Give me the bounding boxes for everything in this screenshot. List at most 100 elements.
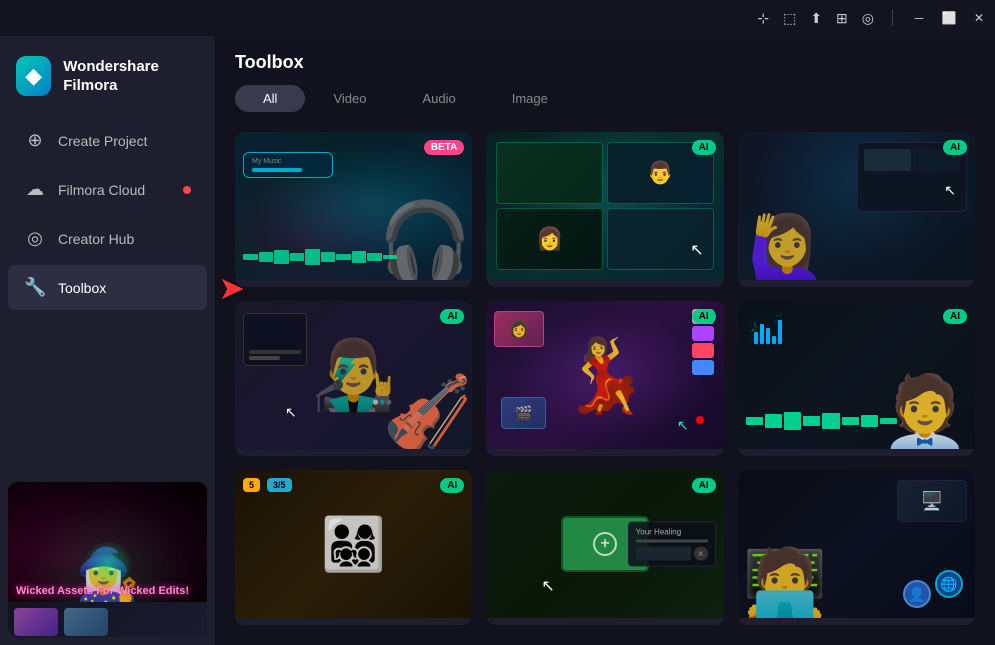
brand: ◆ Wondershare Filmora xyxy=(0,44,215,116)
sidebar-item-create-label: Create Project xyxy=(58,133,147,149)
badge-beta: BETA xyxy=(424,140,464,155)
tool-thumb-audio-to-video: 🎧 My Music xyxy=(235,132,472,280)
tool-card-row3a[interactable]: 👨‍👩‍👧‍👦 5 3/5 AI xyxy=(235,470,472,625)
app-body: ◆ Wondershare Filmora ⊕ Create Project ☁… xyxy=(0,36,995,645)
sidebar-item-creator[interactable]: ◎ Creator Hub xyxy=(8,216,207,261)
promo-title: Wicked Assets For Wicked Edits! xyxy=(8,581,207,602)
sidebar-item-toolbox-label: Toolbox xyxy=(58,280,106,296)
badge-ai-enhancer: AI xyxy=(440,309,464,324)
waveform xyxy=(243,248,397,266)
photo-card-1: 👩 xyxy=(494,311,544,347)
cursor-enhancer: ↖ xyxy=(285,404,297,421)
headset-icon[interactable]: ◎ xyxy=(862,10,874,27)
badge-ai-scene: AI xyxy=(943,140,967,155)
content-header: Toolbox All Video Audio Image xyxy=(215,36,995,122)
cursor: ↖ xyxy=(690,240,703,260)
tool-label-smart-scene-cut: Smart Scene Cut xyxy=(738,280,975,287)
tool-card-smart-scene-cut[interactable]: 🙋‍♀️ ↖ AI Smart Scene Cut xyxy=(738,132,975,287)
filter-tab-video[interactable]: Video xyxy=(305,85,394,112)
toolbox-grid: 🎧 My Music xyxy=(215,122,995,645)
badge-num2-row3a: 3/5 xyxy=(267,478,292,492)
promo-banner[interactable]: #TRENDINGINFILMORA 🧙‍♀️ Wicked Assets Fo… xyxy=(8,482,207,637)
page-title: Toolbox xyxy=(235,52,975,73)
grid-icon[interactable]: ⊞ xyxy=(836,10,848,27)
promo-bg: #TRENDINGINFILMORA 🧙‍♀️ Wicked Assets Fo… xyxy=(8,482,207,602)
promo-thumb-2[interactable] xyxy=(64,608,108,636)
divider xyxy=(892,10,893,26)
tool-card-row3c[interactable]: 🧑‍💻 🖥️ 👤 🌐 xyxy=(738,470,975,625)
notification-dot xyxy=(183,186,191,194)
monitor-icon[interactable]: ⬚ xyxy=(783,10,796,27)
sidebar-item-cloud-label: Filmora Cloud xyxy=(58,182,145,198)
clip-grid: 👨 👩 xyxy=(486,132,723,280)
badge-ai-row3a: AI xyxy=(440,478,464,493)
brand-name: Wondershare Filmora xyxy=(63,57,199,96)
cursor-row3b: ↖ xyxy=(541,576,554,596)
badge-ai: AI xyxy=(692,140,716,155)
talking-head-person: 🧑‍💻 xyxy=(743,550,828,618)
tool-thumb-row3c: 🧑‍💻 🖥️ 👤 🌐 xyxy=(738,470,975,618)
tool-card-smart-short-clips[interactable]: 👨 👩 ↖ AI Smart Short Clips xyxy=(486,132,723,287)
logo-icon: ◆ xyxy=(25,63,42,89)
tool-thumb-smart-bgm: 🧑‍💼 ♪ ♫ xyxy=(738,301,975,449)
sidebar-item-toolbox[interactable]: 🔧 Toolbox ➤ xyxy=(8,265,207,310)
title-bar-icons: ⊹ ⬚ ⬆ ⊞ ◎ ─ ⬜ ✕ xyxy=(757,10,987,27)
tool-card-smart-bgm[interactable]: 🧑‍💼 ♪ ♫ xyxy=(738,301,975,456)
send-icon[interactable]: ⊹ xyxy=(757,10,769,27)
create-icon: ⊕ xyxy=(24,130,46,151)
sidebar-item-cloud[interactable]: ☁ Filmora Cloud xyxy=(8,167,207,212)
cursor-color: ↖ xyxy=(677,417,689,434)
filter-tab-image[interactable]: Image xyxy=(484,85,576,112)
tool-label-ai-video-enhancer: AI Video Enhancer xyxy=(235,449,472,456)
promo-thumbnails xyxy=(8,602,207,637)
filter-tab-audio[interactable]: Audio xyxy=(394,85,483,112)
sidebar: ◆ Wondershare Filmora ⊕ Create Project ☁… xyxy=(0,36,215,645)
person-scene: 🙋‍♀️ xyxy=(748,216,828,280)
tool-card-row3b[interactable]: + Your Healing ✕ ↖ AI xyxy=(486,470,723,625)
tool-card-ai-color-palette[interactable]: 💃 👩 🎬 ↖ AI xyxy=(486,301,723,456)
tool-thumb-row3b: + Your Healing ✕ ↖ AI xyxy=(486,470,723,618)
main-content: Toolbox All Video Audio Image 🎧 My Music xyxy=(215,36,995,645)
tool-label-row3b xyxy=(486,618,723,625)
family-content: 👨‍👩‍👧‍👦 xyxy=(235,470,472,618)
close-button[interactable]: ✕ xyxy=(971,10,987,26)
tool-thumb-smart-short-clips: 👨 👩 ↖ AI xyxy=(486,132,723,280)
filter-tabs: All Video Audio Image xyxy=(235,85,975,112)
tool-card-ai-video-enhancer[interactable]: 🎻 👨‍🎤 ↖ AI AI Video Enhancer xyxy=(235,301,472,456)
toolbox-icon: 🔧 xyxy=(24,277,46,298)
tool-thumb-ai-color-palette: 💃 👩 🎬 ↖ AI xyxy=(486,301,723,449)
avatar-circles: 👤 🌐 xyxy=(903,580,963,608)
title-bar: ⊹ ⬚ ⬆ ⊞ ◎ ─ ⬜ ✕ xyxy=(0,0,995,36)
sidebar-item-create[interactable]: ⊕ Create Project xyxy=(8,118,207,163)
tool-label-row3a xyxy=(235,618,472,625)
photo-card-2: 🎬 xyxy=(501,397,546,429)
equalizer xyxy=(748,313,788,348)
screen-thumbs: 🖥️ xyxy=(897,480,967,522)
enhancer-ui xyxy=(243,313,307,366)
filter-tab-all[interactable]: All xyxy=(235,85,305,112)
tool-label-row3c xyxy=(738,618,975,625)
tool-label-smart-bgm: Smart BGM Generation xyxy=(738,449,975,456)
badge-ai-row3b: AI xyxy=(692,478,716,493)
minimize-button[interactable]: ─ xyxy=(911,10,927,26)
tool-label-smart-short-clips: Smart Short Clips xyxy=(486,280,723,287)
tool-thumb-ai-video-enhancer: 🎻 👨‍🎤 ↖ AI xyxy=(235,301,472,449)
brand-logo: ◆ xyxy=(16,56,51,96)
creator-icon: ◎ xyxy=(24,228,46,249)
tool-label-audio-to-video: Audio To Video xyxy=(235,280,472,287)
red-dot xyxy=(696,416,704,424)
bgm-waveform xyxy=(746,411,897,431)
tool-ui-overlay: Your Healing ✕ xyxy=(628,522,716,567)
tool-thumb-row3a: 👨‍👩‍👧‍👦 5 3/5 AI xyxy=(235,470,472,618)
upload-icon[interactable]: ⬆ xyxy=(810,10,822,27)
ui-cards-overlay: My Music xyxy=(243,152,333,178)
tool-thumb-smart-scene-cut: 🙋‍♀️ ↖ AI xyxy=(738,132,975,280)
cloud-icon: ☁ xyxy=(24,179,46,200)
sidebar-item-creator-label: Creator Hub xyxy=(58,231,134,247)
tool-label-ai-color-palette: AI Color Palette xyxy=(486,449,723,456)
badge-num-row3a: 5 xyxy=(243,478,260,492)
maximize-button[interactable]: ⬜ xyxy=(941,10,957,26)
badge-ai-color: AI xyxy=(692,309,716,324)
promo-thumb-1[interactable] xyxy=(14,608,58,636)
tool-card-audio-to-video[interactable]: 🎧 My Music xyxy=(235,132,472,287)
